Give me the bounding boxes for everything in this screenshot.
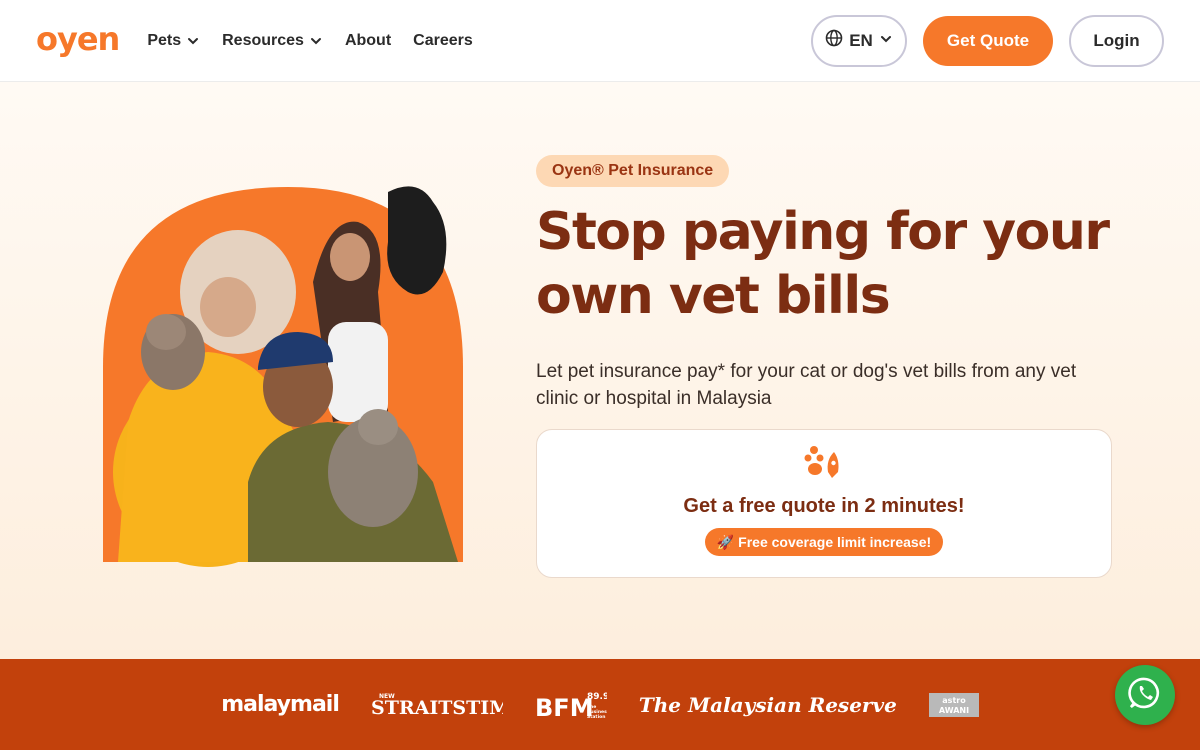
nav-resources-label: Resources [222,31,304,49]
svg-text:STRAITSTIMES: STRAITSTIMES [371,697,503,718]
hero-section: Oyen® Pet Insurance Stop paying for your… [0,82,1200,659]
astro-awani-logo: astro AWANI [928,692,979,717]
new-straits-times-logo: STRAITSTIMES NEW [371,692,503,718]
globe-icon [825,29,843,52]
nav-about[interactable]: About [345,32,391,50]
bfm-logo: BFM 89.9 The Business Station [535,690,607,720]
card-title: Get a free quote in 2 minutes! [683,495,965,517]
get-quote-button[interactable]: Get Quote [923,15,1053,66]
svg-text:NEW: NEW [379,693,395,700]
nav-pets-label: Pets [147,31,182,49]
hero-illustration [103,186,463,567]
main-nav: Pets Resources About Careers [147,32,494,50]
malaysian-reserve-logo: The Malaysian Reserve [638,692,897,717]
whatsapp-chat-button[interactable] [1115,665,1175,725]
svg-text:AWANI: AWANI [939,706,969,715]
nav-careers[interactable]: Careers [413,32,473,50]
hero-headline: Stop paying for your own vet bills [536,202,1110,326]
nav-pets[interactable]: Pets [147,32,200,50]
malaymail-logo: malaymail [221,692,340,717]
oyen-logo[interactable]: oyen [36,20,120,58]
svg-text:89.9: 89.9 [587,692,607,702]
hero-subtext: Let pet insurance pay* for your cat or d… [536,361,1077,409]
free-quote-card[interactable]: Get a free quote in 2 minutes! 🚀 Free co… [536,429,1112,578]
svg-text:BFM: BFM [535,694,594,720]
chevron-down-icon [879,31,893,51]
header-actions: EN Get Quote Login [811,14,1164,67]
language-selector[interactable]: EN [811,14,907,67]
nav-about-label: About [344,31,392,49]
svg-text:Station: Station [587,714,605,720]
nav-careers-label: Careers [413,31,473,49]
coverage-promo-badge[interactable]: 🚀 Free coverage limit increase! [704,528,944,556]
whatsapp-icon [1128,676,1162,715]
language-label: EN [849,30,873,50]
product-badge: Oyen® Pet Insurance [536,155,730,187]
press-logos-band: malaymail STRAITSTIMES NEW BFM 89.9 The … [0,659,1200,750]
paw-rocket-icon [804,444,844,487]
chevron-down-icon [309,34,323,48]
login-button[interactable]: Login [1069,14,1164,67]
site-header: oyen Pets Resources About Careers EN Get… [0,0,1200,82]
nav-resources[interactable]: Resources [222,32,323,50]
chevron-down-icon [186,34,200,48]
svg-text:astro: astro [942,696,966,705]
tabby-cat-figure [141,314,205,390]
